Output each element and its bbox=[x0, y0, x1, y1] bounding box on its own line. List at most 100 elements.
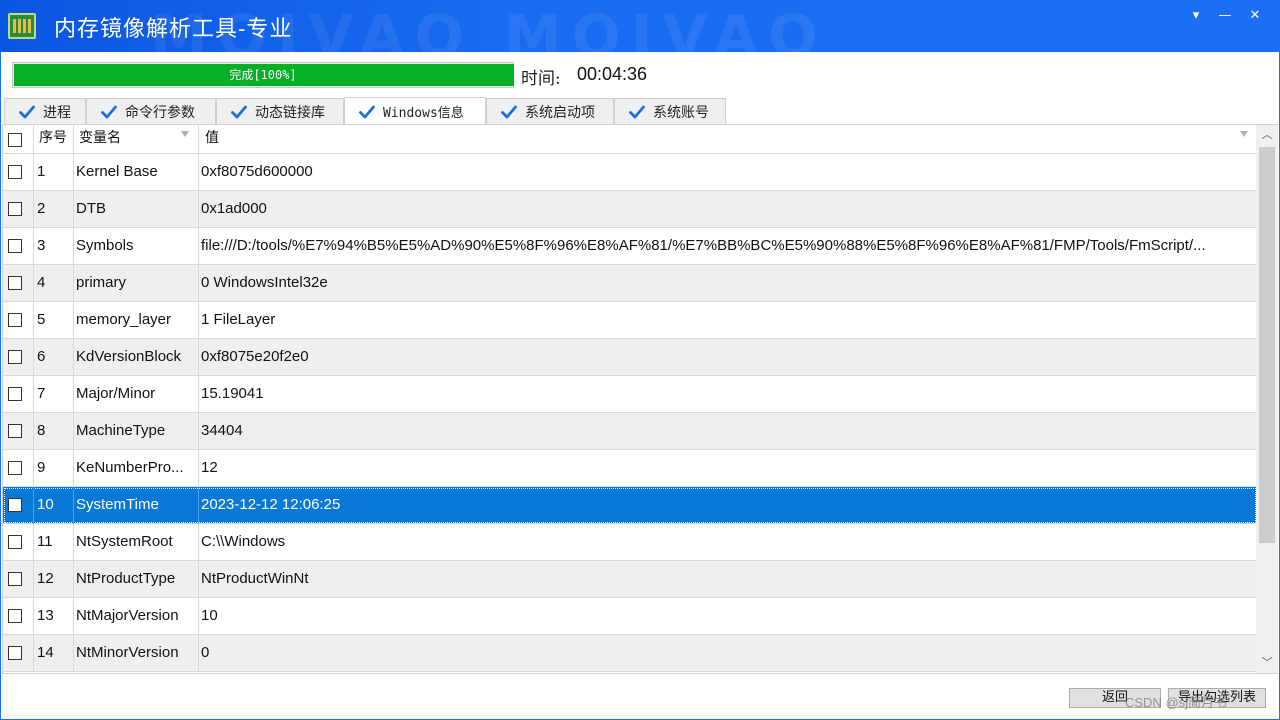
app-memory-icon bbox=[8, 13, 36, 39]
header-value[interactable]: 值 bbox=[205, 125, 219, 154]
grid-rows: 1 Kernel Base 0xf8075d600000 2 DTB 0x1ad000 3 S… bbox=[3, 154, 1257, 672]
checkmark-icon bbox=[231, 105, 247, 119]
cell-name: memory_layer bbox=[76, 311, 172, 328]
select-all-checkbox[interactable] bbox=[8, 133, 22, 147]
row-checkbox[interactable] bbox=[8, 461, 22, 475]
table-row[interactable]: 6 KdVersionBlock 0xf8075e20f2e0 bbox=[3, 339, 1257, 376]
tab-label: 命令行参数 bbox=[125, 105, 195, 121]
cell-index: 2 bbox=[37, 200, 46, 217]
cell-value: 1 FileLayer bbox=[201, 311, 276, 328]
cell-name: DTB bbox=[76, 200, 106, 217]
tab-4[interactable]: Windows信息 bbox=[344, 97, 486, 125]
header-index[interactable]: 序号 bbox=[39, 125, 67, 154]
table-row[interactable]: 13 NtMajorVersion 10 bbox=[3, 598, 1257, 635]
row-checkbox[interactable] bbox=[8, 313, 22, 327]
cell-index: 5 bbox=[37, 311, 46, 328]
progress-text: 完成[100%] bbox=[229, 68, 297, 82]
scroll-up-icon[interactable]: ︿ bbox=[1261, 129, 1273, 141]
table-row[interactable]: 8 MachineType 34404 bbox=[3, 413, 1257, 450]
cell-name: NtMinorVersion bbox=[76, 644, 179, 661]
tab-label: 系统启动项 bbox=[525, 105, 595, 121]
cell-name: Symbols bbox=[76, 237, 134, 254]
row-checkbox[interactable] bbox=[8, 535, 22, 549]
filter-name-icon[interactable] bbox=[181, 131, 189, 137]
table-row[interactable]: 12 NtProductType NtProductWinNt bbox=[3, 561, 1257, 598]
tab-5[interactable]: 系统启动项 bbox=[486, 98, 614, 125]
table-row[interactable]: 14 NtMinorVersion 0 bbox=[3, 635, 1257, 672]
scroll-down-icon[interactable]: ﹀ bbox=[1261, 657, 1273, 669]
cell-index: 6 bbox=[37, 348, 46, 365]
cell-value: 12 bbox=[201, 459, 218, 476]
cell-value: 0xf8075d600000 bbox=[201, 163, 313, 180]
cell-value: NtProductWinNt bbox=[201, 570, 309, 587]
row-checkbox[interactable] bbox=[8, 350, 22, 364]
row-checkbox[interactable] bbox=[8, 609, 22, 623]
cell-index: 9 bbox=[37, 459, 46, 476]
tab-label: 系统账号 bbox=[653, 105, 709, 121]
table-row[interactable]: 9 KeNumberPro... 12 bbox=[3, 450, 1257, 487]
table-row[interactable]: 5 memory_layer 1 FileLayer bbox=[3, 302, 1257, 339]
cell-name: NtProductType bbox=[76, 570, 176, 587]
cell-value: 0x1ad000 bbox=[201, 200, 267, 217]
checkmark-icon bbox=[101, 105, 117, 119]
cell-name: NtMajorVersion bbox=[76, 607, 179, 624]
tab-2[interactable]: 命令行参数 bbox=[86, 98, 216, 125]
checkmark-icon bbox=[501, 105, 517, 119]
cell-name: primary bbox=[76, 274, 127, 291]
cell-name: Major/Minor bbox=[76, 385, 156, 402]
header-name[interactable]: 变量名 bbox=[79, 125, 121, 154]
table-row[interactable]: 2 DTB 0x1ad000 bbox=[3, 191, 1257, 228]
data-grid: 序号 变量名 值 1 Kernel Base 0xf8075d600000 2 DTB 0… bbox=[2, 124, 1278, 674]
tab-label: 动态链接库 bbox=[255, 105, 325, 121]
row-checkbox[interactable] bbox=[8, 387, 22, 401]
table-row[interactable]: 11 NtSystemRoot C:\\Windows bbox=[3, 524, 1257, 561]
cell-value: file:///D:/tools/%E7%94%B5%E5%AD%90%E5%8… bbox=[201, 237, 1206, 254]
tab-6[interactable]: 系统账号 bbox=[614, 98, 726, 125]
tab-strip: 进程 命令行参数 动态链接库 Windows信息 系统启动项 系统账号 bbox=[4, 97, 726, 125]
row-checkbox[interactable] bbox=[8, 572, 22, 586]
row-checkbox[interactable] bbox=[8, 165, 22, 179]
time-value: 00:04:36 bbox=[577, 64, 648, 84]
checkmark-icon bbox=[359, 105, 375, 118]
cell-index: 12 bbox=[37, 570, 54, 587]
checkmark-icon bbox=[19, 105, 35, 119]
table-row[interactable]: 4 primary 0 WindowsIntel32e bbox=[3, 265, 1257, 302]
row-checkbox[interactable] bbox=[8, 646, 22, 660]
checkmark-icon bbox=[629, 105, 645, 119]
vertical-scrollbar[interactable]: ︿ ﹀ bbox=[1256, 125, 1278, 673]
cell-name: Kernel Base bbox=[76, 163, 158, 180]
row-checkbox[interactable] bbox=[8, 276, 22, 290]
cell-index: 3 bbox=[37, 237, 46, 254]
minimize-icon[interactable]: — bbox=[1214, 6, 1236, 26]
cell-name: NtSystemRoot bbox=[76, 533, 173, 550]
cell-name: KdVersionBlock bbox=[76, 348, 182, 365]
tab-label: Windows信息 bbox=[383, 106, 464, 121]
cell-index: 14 bbox=[37, 644, 54, 661]
row-checkbox[interactable] bbox=[8, 498, 22, 512]
table-row[interactable]: 7 Major/Minor 15.19041 bbox=[3, 376, 1257, 413]
filter-value-icon[interactable] bbox=[1240, 131, 1248, 137]
table-row[interactable]: 1 Kernel Base 0xf8075d600000 bbox=[3, 154, 1257, 191]
row-checkbox[interactable] bbox=[8, 202, 22, 216]
cell-index: 7 bbox=[37, 385, 46, 402]
cell-value: 2023-12-12 12:06:25 bbox=[201, 496, 341, 513]
csdn-watermark: CSDN @sj简月书 bbox=[1125, 695, 1228, 710]
tab-label: 进程 bbox=[43, 105, 71, 121]
title-bar[interactable]: MOIVAO MOIVAO 内存镜像解析工具-专业 ▾ — ✕ bbox=[0, 0, 1280, 52]
row-checkbox[interactable] bbox=[8, 424, 22, 438]
cell-value: 0 WindowsIntel32e bbox=[201, 274, 328, 291]
dropdown-menu-icon[interactable]: ▾ bbox=[1185, 6, 1207, 26]
cell-value: 15.19041 bbox=[201, 385, 264, 402]
table-row[interactable]: 10 SystemTime 2023-12-12 12:06:25 bbox=[3, 487, 1257, 524]
cell-value: 0xf8075e20f2e0 bbox=[201, 348, 309, 365]
scroll-thumb[interactable] bbox=[1259, 147, 1275, 543]
row-checkbox[interactable] bbox=[8, 239, 22, 253]
cell-index: 11 bbox=[37, 533, 53, 550]
time-label: 时间: bbox=[521, 69, 561, 89]
table-row[interactable]: 3 Symbols file:///D:/tools/%E7%94%B5%E5%AD… bbox=[3, 228, 1257, 265]
tab-1[interactable]: 进程 bbox=[4, 98, 86, 125]
tab-3[interactable]: 动态链接库 bbox=[216, 98, 344, 125]
close-icon[interactable]: ✕ bbox=[1244, 6, 1266, 26]
cell-value: 10 bbox=[201, 607, 218, 624]
cell-name: MachineType bbox=[76, 422, 166, 439]
